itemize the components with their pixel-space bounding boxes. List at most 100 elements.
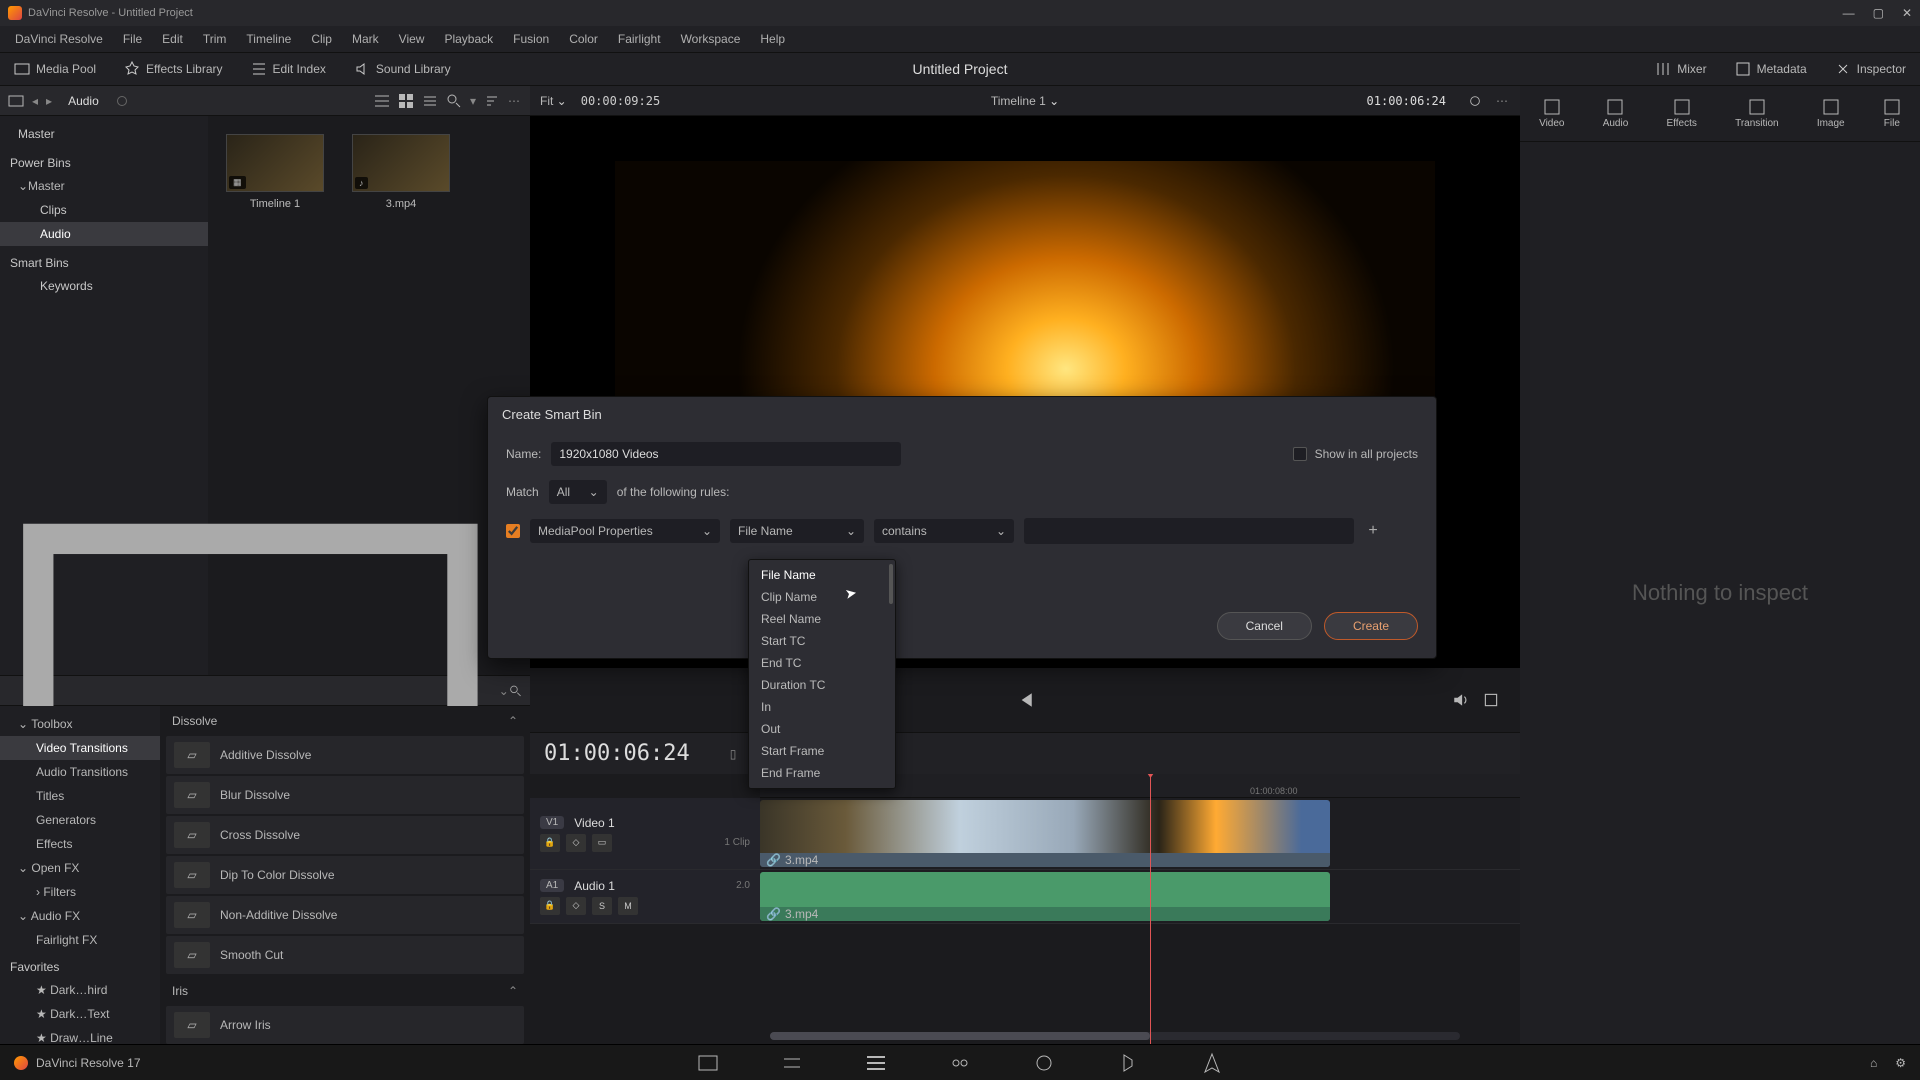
page-edit[interactable] — [864, 1051, 888, 1075]
edit-index-toggle[interactable]: Edit Index — [237, 53, 340, 85]
page-deliver[interactable] — [1200, 1051, 1224, 1075]
home-icon[interactable]: ⌂ — [1870, 1056, 1877, 1070]
fx-category-dissolve[interactable]: Dissolve⌃ — [160, 706, 530, 734]
fx-fav-2[interactable]: ★ Dark…Text — [0, 1002, 160, 1026]
fx-openfx[interactable]: ⌄ Open FX — [0, 856, 160, 880]
tree-keywords[interactable]: Keywords — [0, 274, 208, 298]
fx-toolbox[interactable]: ⌄ Toolbox — [0, 712, 160, 736]
tree-pb-master[interactable]: ⌄Master — [0, 174, 208, 198]
dropdown-opt-start-tc[interactable]: Start TC — [749, 630, 895, 652]
menu-fairlight[interactable]: Fairlight — [609, 28, 670, 50]
menu-clip[interactable]: Clip — [302, 28, 341, 50]
menu-file[interactable]: File — [114, 28, 151, 50]
show-all-checkbox[interactable] — [1293, 447, 1307, 461]
fx-fav-1[interactable]: ★ Dark…hird — [0, 978, 160, 1002]
clip-video-1[interactable]: 🔗3.mp4 — [760, 800, 1330, 867]
dropdown-opt-out[interactable]: Out — [749, 718, 895, 740]
loop-icon[interactable] — [1482, 691, 1500, 709]
fx-fav-3[interactable]: ★ Draw…Line — [0, 1026, 160, 1044]
fx-audio-transitions[interactable]: Audio Transitions — [0, 760, 160, 784]
sort-icon[interactable] — [484, 93, 500, 109]
effects-library-toggle[interactable]: Effects Library — [110, 53, 236, 85]
tl-tool-1[interactable]: ▯ — [730, 747, 737, 761]
fx-category-iris[interactable]: Iris⌃ — [160, 976, 530, 1004]
mixer-toggle[interactable]: Mixer — [1641, 61, 1720, 77]
tree-master[interactable]: Master — [0, 122, 208, 146]
playhead[interactable] — [1150, 774, 1151, 1044]
minimize-button[interactable]: — — [1843, 6, 1855, 20]
fx-item-additive-dissolve[interactable]: ▱Additive Dissolve — [166, 736, 524, 774]
settings-icon[interactable]: ⚙ — [1895, 1056, 1906, 1070]
timeline-scrollbar[interactable] — [770, 1032, 1460, 1040]
menu-davinci-resolve[interactable]: DaVinci Resolve — [6, 28, 112, 50]
close-button[interactable]: ✕ — [1902, 6, 1912, 20]
match-select[interactable]: All⌄ — [549, 480, 607, 504]
menu-mark[interactable]: Mark — [343, 28, 388, 50]
rule-value-input[interactable] — [1024, 518, 1354, 544]
menu-workspace[interactable]: Workspace — [672, 28, 750, 50]
dropdown-opt-reel-name[interactable]: Reel Name — [749, 608, 895, 630]
fx-item-non-additive-dissolve[interactable]: ▱Non-Additive Dissolve — [166, 896, 524, 934]
track-head-a1[interactable]: A1Audio 12.0 🔒 ◇ S M — [530, 870, 760, 923]
menu-view[interactable]: View — [390, 28, 434, 50]
viewer-gear-icon[interactable] — [1468, 94, 1482, 108]
page-color[interactable] — [1032, 1051, 1056, 1075]
thumb-timeline-1[interactable]: ▦Timeline 1 — [226, 134, 324, 210]
dropdown-scrollbar[interactable] — [889, 564, 893, 604]
rule-field-select[interactable]: File Name⌄ — [730, 519, 864, 543]
page-media[interactable] — [696, 1051, 720, 1075]
viewer-fit[interactable]: Fit ⌄ — [540, 94, 567, 108]
menu-trim[interactable]: Trim — [194, 28, 236, 50]
fx-item-smooth-cut[interactable]: ▱Smooth Cut — [166, 936, 524, 974]
track-lock-v1[interactable]: 🔒 — [540, 834, 560, 852]
dropdown-opt-file-name[interactable]: File Name — [749, 564, 895, 586]
menu-help[interactable]: Help — [751, 28, 794, 50]
inspector-tab-audio[interactable]: Audio — [1603, 98, 1629, 129]
menu-color[interactable]: Color — [560, 28, 607, 50]
maximize-button[interactable]: ▢ — [1873, 6, 1884, 20]
cancel-button[interactable]: Cancel — [1217, 612, 1312, 640]
page-fairlight[interactable] — [1116, 1051, 1140, 1075]
dropdown-opt-end-frame[interactable]: End Frame — [749, 762, 895, 784]
media-pool-toggle[interactable]: Media Pool — [0, 53, 110, 85]
bin-view-icon[interactable] — [8, 93, 24, 109]
menu-playback[interactable]: Playback — [435, 28, 502, 50]
add-rule-button[interactable]: + — [1364, 522, 1382, 540]
fx-video-transitions[interactable]: Video Transitions — [0, 736, 160, 760]
inspector-tab-transition[interactable]: Transition — [1735, 98, 1779, 129]
fx-audiofx[interactable]: ⌄ Audio FX — [0, 904, 160, 928]
jump-start-icon[interactable] — [1016, 691, 1034, 709]
track-head-v1[interactable]: V1Video 1 🔒 ◇ ▭ 1 Clip — [530, 798, 760, 869]
track-view-v1[interactable]: ▭ — [592, 834, 612, 852]
track-solo-a1[interactable]: S — [592, 897, 612, 915]
page-cut[interactable] — [780, 1051, 804, 1075]
rule-op-select[interactable]: contains⌄ — [874, 519, 1014, 543]
sound-library-toggle[interactable]: Sound Library — [340, 53, 465, 85]
dropdown-opt-clip-name[interactable]: Clip Name — [749, 586, 895, 608]
search-icon[interactable] — [446, 93, 462, 109]
inspector-tab-video[interactable]: Video — [1539, 98, 1564, 129]
inspector-tab-effects[interactable]: Effects — [1666, 98, 1696, 129]
fx-item-cross-dissolve[interactable]: ▱Cross Dissolve — [166, 816, 524, 854]
dropdown-opt-in[interactable]: In — [749, 696, 895, 718]
dropdown-opt-duration-tc[interactable]: Duration TC — [749, 674, 895, 696]
fx-titles[interactable]: Titles — [0, 784, 160, 808]
fx-effects[interactable]: Effects — [0, 832, 160, 856]
create-button[interactable]: Create — [1324, 612, 1418, 640]
track-auto-a1[interactable]: ◇ — [566, 897, 586, 915]
tree-clips[interactable]: Clips — [0, 198, 208, 222]
track-mute-a1[interactable]: M — [618, 897, 638, 915]
page-fusion[interactable] — [948, 1051, 972, 1075]
viewer-timeline-name[interactable]: Timeline 1 ⌄ — [991, 94, 1059, 108]
dropdown-opt-start-frame[interactable]: Start Frame — [749, 740, 895, 762]
menu-edit[interactable]: Edit — [153, 28, 192, 50]
fx-fairlight[interactable]: Fairlight FX — [0, 928, 160, 952]
inspector-tab-image[interactable]: Image — [1817, 98, 1845, 129]
clip-audio-1[interactable]: 🔗3.mp4 — [760, 872, 1330, 921]
strip-view-icon[interactable] — [422, 93, 438, 109]
tree-audio[interactable]: Audio — [0, 222, 208, 246]
track-lock-a1[interactable]: 🔒 — [540, 897, 560, 915]
rule-enabled-checkbox[interactable] — [506, 524, 520, 538]
thumb-3-mp4[interactable]: ♪3.mp4 — [352, 134, 450, 210]
rule-source-select[interactable]: MediaPool Properties⌄ — [530, 519, 720, 543]
